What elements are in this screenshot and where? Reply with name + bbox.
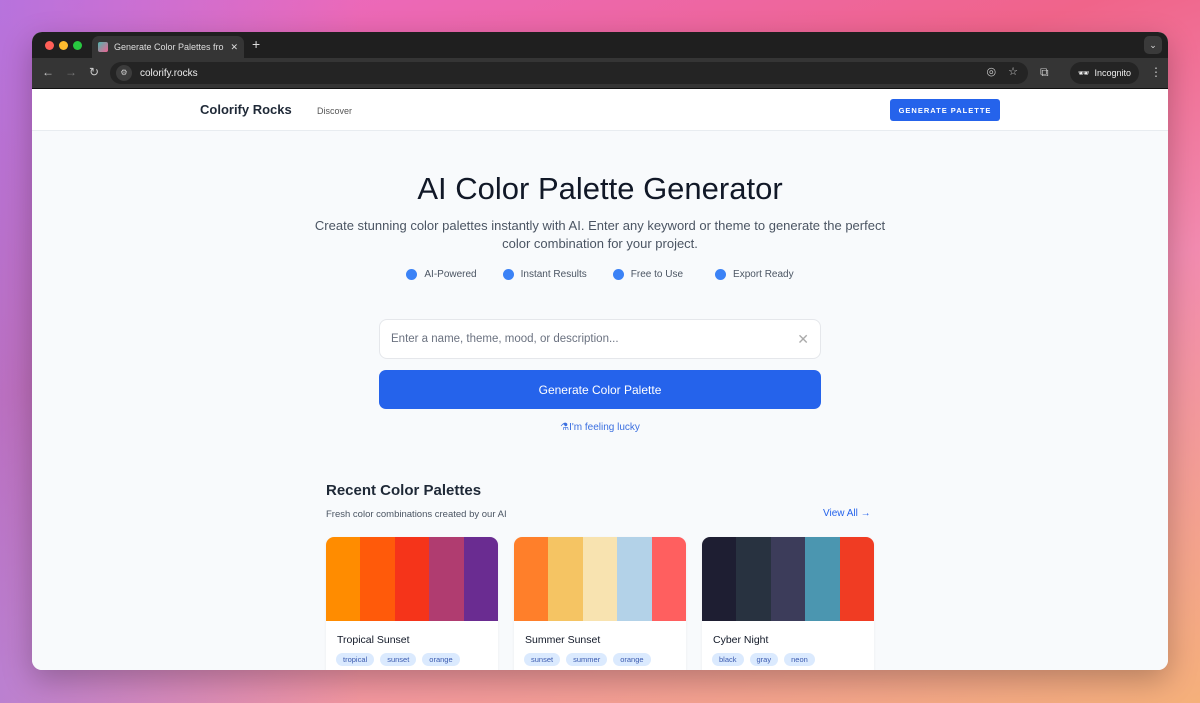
- palette-card[interactable]: Cyber Night black gray neon: [702, 537, 874, 670]
- bookmark-star-icon[interactable]: ☆: [1008, 65, 1018, 78]
- browser-window: Generate Color Palettes from ✕ + ⌄ ← → ↻ …: [32, 32, 1168, 670]
- tag[interactable]: tropical: [336, 653, 375, 666]
- incognito-icon: 🕶: [1078, 67, 1090, 78]
- flask-icon: ⚗: [560, 422, 570, 433]
- palette-search-input[interactable]: [391, 333, 798, 345]
- color-swatch[interactable]: [360, 537, 395, 621]
- color-swatch[interactable]: [548, 537, 583, 621]
- color-swatch[interactable]: [514, 537, 549, 621]
- eye-off-icon[interactable]: ◎: [987, 65, 997, 78]
- tag-list: black gray neon: [712, 653, 815, 666]
- site-settings-icon[interactable]: ⚙: [116, 65, 132, 81]
- hero-subtitle: Create stunning color palettes instantly…: [314, 218, 886, 251]
- tag[interactable]: sunset: [524, 653, 561, 666]
- palette-swatches: [514, 537, 686, 621]
- generate-palette-button[interactable]: GENERATE PALETTE: [890, 99, 1000, 121]
- color-swatch[interactable]: [582, 537, 618, 621]
- nav-discover[interactable]: Discover: [317, 106, 352, 116]
- dot-icon: [502, 269, 514, 280]
- tag[interactable]: gray: [749, 653, 779, 666]
- feeling-lucky-link[interactable]: ⚗I'm feeling lucky: [32, 422, 1168, 433]
- logo[interactable]: Colorify Rocks: [200, 102, 292, 117]
- dot-icon: [406, 269, 418, 280]
- close-window-button[interactable]: [45, 41, 54, 50]
- color-swatch[interactable]: [770, 537, 806, 621]
- color-swatch[interactable]: [651, 537, 686, 621]
- minimize-window-button[interactable]: [59, 41, 68, 50]
- color-swatch[interactable]: [736, 537, 771, 621]
- page: Colorify Rocks Discover GENERATE PALETTE…: [32, 89, 1168, 670]
- tag-list: tropical sunset orange: [336, 653, 460, 666]
- tab-bar: Generate Color Palettes from ✕ + ⌄: [32, 32, 1168, 58]
- close-tab-icon[interactable]: ✕: [230, 42, 238, 53]
- feature-item: Instant Results: [502, 269, 587, 280]
- color-swatch[interactable]: [805, 537, 840, 621]
- color-swatch[interactable]: [463, 537, 498, 621]
- clear-icon[interactable]: ✕: [797, 331, 809, 348]
- tag[interactable]: orange: [613, 653, 651, 666]
- color-swatch[interactable]: [326, 537, 361, 621]
- color-swatch[interactable]: [702, 537, 737, 621]
- tag[interactable]: orange: [422, 653, 460, 666]
- palette-card[interactable]: Summer Sunset sunset summer orange: [514, 537, 686, 670]
- tag[interactable]: summer: [566, 653, 608, 666]
- reload-icon[interactable]: ↻: [89, 65, 99, 79]
- tag[interactable]: neon: [784, 653, 815, 666]
- menu-icon[interactable]: ⋮: [1150, 65, 1162, 79]
- palette-swatches: [326, 537, 498, 621]
- generate-color-palette-button[interactable]: Generate Color Palette: [379, 370, 821, 409]
- extensions-icon[interactable]: ⧉: [1040, 65, 1049, 80]
- forward-icon[interactable]: →: [65, 65, 77, 79]
- dot-icon: [612, 269, 624, 280]
- recent-subtitle: Fresh color combinations created by our …: [326, 509, 507, 520]
- site-header: Colorify Rocks Discover GENERATE PALETTE: [32, 89, 1168, 131]
- color-swatch[interactable]: [429, 537, 464, 621]
- feature-list: AI-Powered Instant Results Free to Use E…: [32, 269, 1168, 280]
- palette-swatches: [702, 537, 874, 621]
- feature-item: Export Ready: [715, 269, 794, 280]
- view-all-link[interactable]: View All →: [823, 508, 871, 519]
- new-tab-button[interactable]: +: [252, 36, 260, 52]
- favicon-icon: [98, 42, 108, 52]
- palette-name: Cyber Night: [713, 634, 769, 646]
- palette-card[interactable]: Tropical Sunset tropical sunset orange: [326, 537, 498, 670]
- incognito-badge[interactable]: 🕶 Incognito: [1070, 62, 1139, 84]
- back-icon[interactable]: ←: [42, 65, 54, 79]
- search-box: ✕: [379, 319, 821, 359]
- color-swatch[interactable]: [617, 537, 652, 621]
- page-title: AI Color Palette Generator: [417, 171, 783, 206]
- browser-toolbar: ← → ↻ ⚙ colorify.rocks ◎ ☆ ⧉ 🕶 Incognito ⋮: [32, 58, 1168, 89]
- tab-search-button[interactable]: ⌄: [1144, 36, 1162, 54]
- tag[interactable]: black: [712, 653, 744, 666]
- dot-icon: [715, 269, 727, 280]
- palette-name: Summer Sunset: [525, 634, 601, 646]
- browser-tab[interactable]: Generate Color Palettes from ✕: [92, 36, 244, 58]
- color-swatch[interactable]: [839, 537, 874, 621]
- feature-item: AI-Powered: [406, 269, 477, 280]
- tag-list: sunset summer orange: [524, 653, 651, 666]
- feature-item: Free to Use: [612, 269, 683, 280]
- color-swatch[interactable]: [394, 537, 430, 621]
- address-bar[interactable]: ⚙ colorify.rocks ◎ ☆: [110, 62, 1028, 84]
- tag[interactable]: sunset: [380, 653, 417, 666]
- maximize-window-button[interactable]: [73, 41, 82, 50]
- palette-name: Tropical Sunset: [337, 634, 410, 646]
- recent-title: Recent Color Palettes: [326, 482, 482, 499]
